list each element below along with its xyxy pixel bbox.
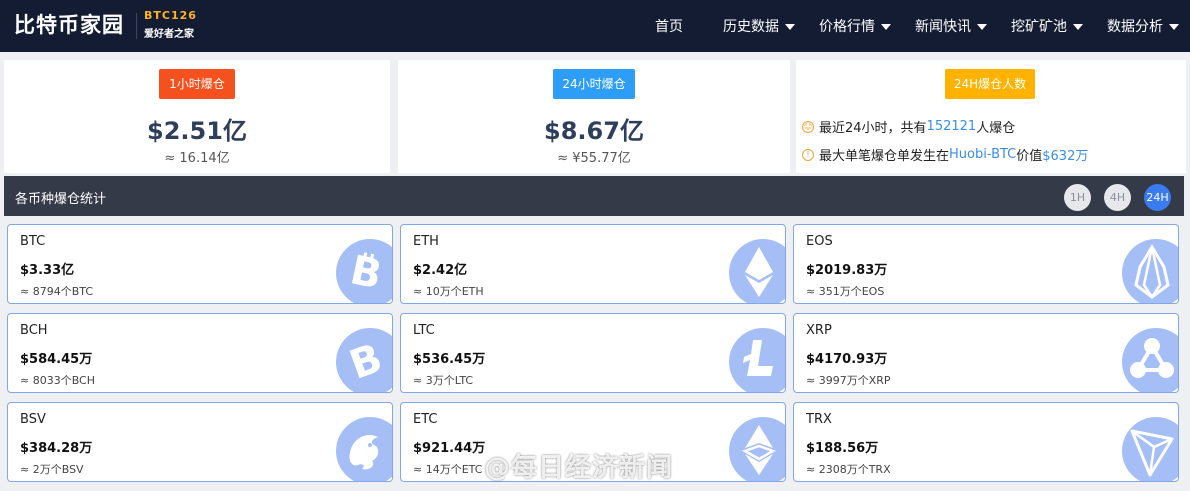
nav-price-quotes[interactable]: 价格行情: [819, 0, 891, 52]
coin-stats-header: 各币种爆仓统计 1H 4H 24H: [4, 176, 1184, 216]
liquidation-24h-sub: ≈ ¥55.77亿: [557, 151, 631, 166]
badge-24h-liquidated-people[interactable]: 24H爆仓人数: [945, 69, 1035, 99]
watermark-text: @每日经济新闻: [484, 453, 674, 483]
coin-card-trx[interactable]: TRX $188.56万 ≈ 2308万个TRX: [793, 402, 1179, 482]
bitcoin-cash-icon: B: [336, 328, 392, 392]
info-circle-icon: !: [802, 148, 814, 161]
coin-card-ltc[interactable]: LTC $536.45万 ≈ 3万个LTC: [400, 313, 786, 393]
chevron-down-icon: [1073, 24, 1083, 30]
coin-name: ETC: [413, 412, 438, 427]
timeframe-4h-button[interactable]: 4H: [1104, 184, 1131, 211]
coin-amount: ≈ 2308万个TRX: [806, 463, 891, 476]
nav-mining-pools[interactable]: 挖矿矿池: [1011, 0, 1083, 52]
coin-amount: ≈ 2万个BSV: [20, 463, 84, 476]
info-line-count: ☺ 最近24小时，共有 152121 人爆仓: [802, 117, 1015, 136]
eos-icon: [1122, 239, 1178, 303]
liquidation-24h-value: $8.67亿: [544, 117, 644, 145]
coin-name: ETH: [413, 234, 439, 249]
coin-value: $2.42亿: [413, 263, 468, 278]
exchange-link[interactable]: Huobi-BTC: [949, 147, 1016, 162]
coin-card-eth[interactable]: ETH $2.42亿 ≈ 10万个ETH: [400, 224, 786, 304]
largest-amount: $632万: [1042, 149, 1089, 164]
top-navbar: 比特币家园 BTC126 爱好者之家 首页 历史数据 价格行情 新闻快讯 挖矿矿…: [0, 0, 1190, 52]
chevron-down-icon: [1169, 24, 1179, 30]
coin-amount: ≈ 3997万个XRP: [806, 374, 891, 387]
coin-value: $384.28万: [20, 441, 93, 456]
coin-amount: ≈ 8033个BCH: [20, 374, 96, 387]
badge-1h-liquidation[interactable]: 1小时爆仓: [159, 69, 235, 99]
coin-value: $3.33亿: [20, 263, 75, 278]
info-text: 最大单笔爆仓单发生在: [819, 149, 950, 164]
coin-value: $584.45万: [20, 352, 93, 367]
coin-name: XRP: [806, 323, 832, 338]
coin-amount: ≈ 3万个LTC: [413, 374, 474, 387]
liquidated-count: 152121: [926, 119, 977, 134]
coin-amount: ≈ 10万个ETH: [413, 285, 484, 298]
coin-amount: ≈ 8794个BTC: [20, 285, 94, 298]
coin-amount: ≈ 351万个EOS: [806, 285, 885, 298]
bsv-dragon-icon: [336, 417, 392, 481]
coin-value: $188.56万: [806, 441, 879, 456]
coin-name: BTC: [20, 234, 46, 249]
stat-panel-1h: 1小时爆仓 $2.51亿 ≈ 16.14亿: [4, 60, 390, 173]
info-text: 人爆仓: [976, 121, 1016, 136]
chevron-down-icon: [881, 24, 891, 30]
nav-label: 数据分析: [1107, 19, 1163, 35]
bitcoin-icon: B: [336, 239, 392, 303]
coin-card-eos[interactable]: EOS $2019.83万 ≈ 351万个EOS: [793, 224, 1179, 304]
nav-data-analysis[interactable]: 数据分析: [1107, 0, 1179, 52]
coin-value: $536.45万: [413, 352, 486, 367]
ripple-icon: [1122, 328, 1178, 392]
nav-news-flash[interactable]: 新闻快讯: [915, 0, 987, 52]
nav-label: 挖矿矿池: [1011, 19, 1067, 35]
tron-icon: [1122, 417, 1178, 481]
ethereum-classic-icon: [729, 417, 785, 481]
litecoin-icon: [729, 328, 785, 392]
section-title: 各币种爆仓统计: [15, 192, 107, 207]
info-line-largest: ! 最大单笔爆仓单发生在 Huobi-BTC 价值 $632万: [802, 145, 1088, 164]
nav-label: 首页: [655, 19, 683, 35]
info-text: 价值: [1016, 149, 1043, 164]
info-text: 最近24小时，共有: [819, 121, 927, 136]
stat-panel-people: 24H爆仓人数 ☺ 最近24小时，共有 152121 人爆仓 ! 最大单笔爆仓单…: [796, 60, 1186, 173]
badge-24h-liquidation[interactable]: 24小时爆仓: [553, 69, 635, 99]
stat-panel-24h: 24小时爆仓 $8.67亿 ≈ ¥55.77亿: [398, 60, 790, 173]
nav-label: 历史数据: [723, 19, 779, 35]
coin-value: $2019.83万: [806, 263, 888, 278]
coin-name: LTC: [413, 323, 435, 338]
logo-divider: [136, 13, 137, 39]
page: 比特币家园 BTC126 爱好者之家 首页 历史数据 价格行情 新闻快讯 挖矿矿…: [0, 0, 1190, 491]
logo-tag: BTC126: [144, 9, 197, 22]
nav-label: 新闻快讯: [915, 19, 971, 35]
coin-card-xrp[interactable]: XRP $4170.93万 ≈ 3997万个XRP: [793, 313, 1179, 393]
chevron-down-icon: [785, 24, 795, 30]
coin-card-bch[interactable]: BCH $584.45万 ≈ 8033个BCH B: [7, 313, 393, 393]
timeframe-24h-button[interactable]: 24H: [1144, 184, 1171, 211]
liquidation-1h-value: $2.51亿: [147, 117, 247, 145]
nav-label: 价格行情: [819, 19, 875, 35]
coin-name: BCH: [20, 323, 48, 338]
coin-card-btc[interactable]: BTC $3.33亿 ≈ 8794个BTC B: [7, 224, 393, 304]
logo-slogan: 爱好者之家: [144, 29, 194, 40]
nav-home[interactable]: 首页: [655, 0, 683, 52]
timeframe-1h-button[interactable]: 1H: [1064, 184, 1091, 211]
coin-value: $921.44万: [413, 441, 486, 456]
nav-history-data[interactable]: 历史数据: [723, 0, 795, 52]
coin-card-bsv[interactable]: BSV $384.28万 ≈ 2万个BSV: [7, 402, 393, 482]
site-logo[interactable]: 比特币家园: [14, 9, 124, 39]
chevron-down-icon: [977, 24, 987, 30]
coin-name: EOS: [806, 234, 833, 249]
coin-name: BSV: [20, 412, 46, 427]
coin-value: $4170.93万: [806, 352, 888, 367]
coin-name: TRX: [806, 412, 832, 427]
liquidation-1h-sub: ≈ 16.14亿: [164, 151, 230, 166]
svg-text:B: B: [344, 335, 388, 389]
smile-icon: ☺: [802, 120, 814, 133]
ethereum-icon: [729, 239, 785, 303]
coin-amount: ≈ 14万个ETC: [413, 463, 483, 476]
